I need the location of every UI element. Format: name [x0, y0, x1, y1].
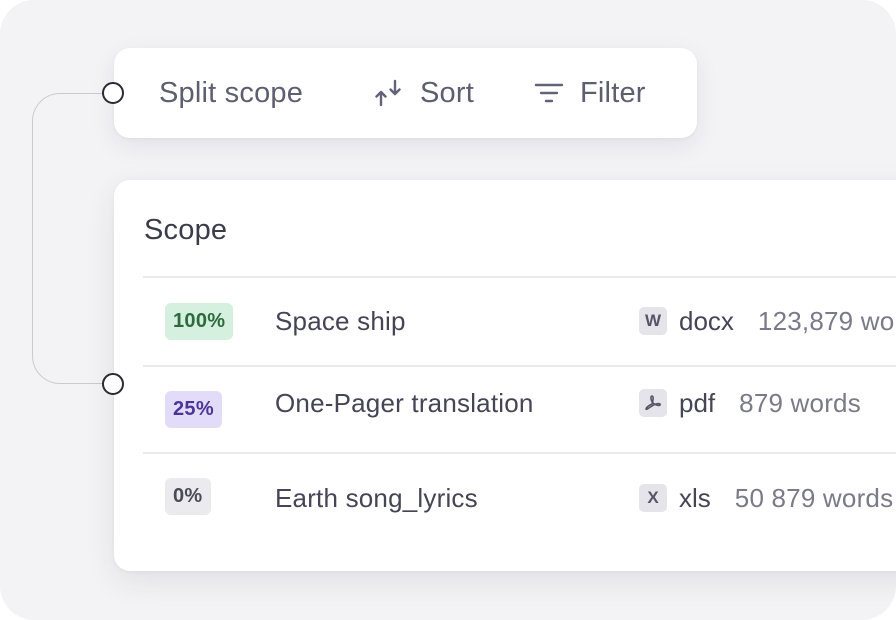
canvas: Split scope Sort Filter Scope 100% Space… — [0, 0, 896, 620]
word-icon: W — [639, 307, 667, 335]
file-type: pdf 879 words — [639, 367, 861, 439]
word-count: 123,879 words — [757, 305, 896, 336]
split-scope-label: Split scope — [159, 76, 304, 109]
filter-icon — [534, 78, 564, 108]
progress-badge: 25% — [165, 391, 222, 428]
filter-label: Filter — [580, 76, 646, 109]
sort-label: Sort — [420, 76, 474, 109]
sort-button[interactable]: Sort — [372, 48, 474, 138]
word-count: 879 words — [739, 387, 861, 418]
excel-icon: X — [639, 484, 667, 512]
connector-node-bottom — [102, 373, 124, 395]
scope-row[interactable]: 0% Earth song_lyrics X xls 50 879 words — [114, 454, 896, 540]
file-extension: docx — [679, 305, 734, 336]
connector-node-top — [102, 82, 124, 104]
word-count: 50 879 words — [734, 482, 894, 513]
file-name: Earth song_lyrics — [275, 482, 478, 513]
toolbar: Split scope Sort Filter — [114, 48, 697, 138]
scope-row[interactable]: 25% One-Pager translation pdf 879 words — [114, 367, 896, 453]
split-scope-button[interactable]: Split scope — [159, 48, 303, 138]
progress-badge: 100% — [165, 303, 234, 340]
file-name: One-Pager translation — [275, 387, 534, 418]
file-name: Space ship — [275, 305, 406, 336]
file-type: X xls 50 879 words — [639, 454, 893, 542]
filter-button[interactable]: Filter — [534, 48, 646, 138]
sort-icon — [372, 77, 404, 109]
pdf-icon — [639, 389, 667, 417]
file-type: W docx 123,879 words — [639, 278, 896, 364]
file-extension: pdf — [679, 387, 716, 418]
scope-title: Scope — [144, 214, 228, 246]
scope-panel: Scope 100% Space ship W docx 123,879 wor… — [114, 180, 896, 571]
scope-row[interactable]: 100% Space ship W docx 123,879 words — [114, 278, 896, 364]
connector-line — [32, 93, 114, 384]
progress-badge: 0% — [165, 478, 211, 515]
file-extension: xls — [679, 482, 711, 513]
